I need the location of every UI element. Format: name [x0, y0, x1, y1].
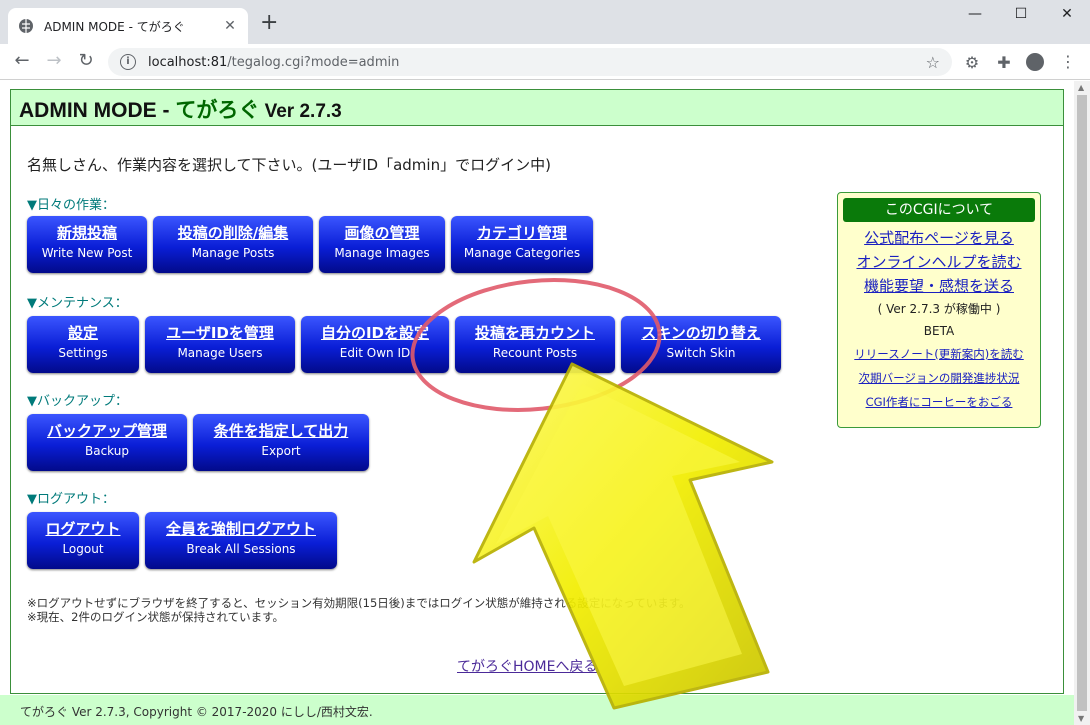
page-viewport: ADMIN MODE - てがろぐ Ver 2.7.3 名無しさん、作業内容を選…	[0, 81, 1074, 725]
about-cgi-box: このCGIについて 公式配布ページを見る オンラインヘルプを読む 機能要望・感想…	[837, 192, 1041, 428]
section-label-daily: ▼日々の作業：	[27, 198, 115, 213]
edit-own-id-button[interactable]: 自分のIDを設定 Edit Own ID	[301, 316, 449, 373]
admin-panel: ADMIN MODE - てがろぐ Ver 2.7.3 名無しさん、作業内容を選…	[10, 89, 1064, 694]
export-button[interactable]: 条件を指定して出力 Export	[193, 414, 369, 471]
window-close-button[interactable]: ✕	[1044, 6, 1090, 22]
button-row-maintenance: 設定 Settings ユーザIDを管理 Manage Users 自分のIDを設定…	[27, 316, 781, 373]
tab-close-icon[interactable]: ✕	[222, 18, 238, 34]
profile-avatar-icon[interactable]	[1026, 53, 1044, 71]
version-channel: BETA	[923, 324, 955, 338]
globe-icon	[19, 19, 33, 33]
browser-tab-bar: ADMIN MODE - てがろぐ ✕ + — ☐ ✕	[0, 0, 1090, 44]
official-page-link[interactable]: 公式配布ページを見る	[843, 226, 1035, 250]
section-label-backup: ▼バックアップ：	[27, 394, 128, 409]
maximize-button[interactable]: ☐	[998, 6, 1044, 22]
site-info-icon[interactable]: i	[120, 54, 136, 70]
break-all-sessions-button[interactable]: 全員を強制ログアウト Break All Sessions	[145, 512, 337, 569]
browser-tab[interactable]: ADMIN MODE - てがろぐ ✕	[8, 8, 248, 44]
browser-menu-icon[interactable]: ⋮	[1060, 52, 1076, 71]
online-help-link[interactable]: オンラインヘルプを読む	[843, 250, 1035, 274]
back-icon[interactable]: ←	[10, 50, 34, 71]
session-note-count: ※現在、2件のログイン状態が保持されています。	[27, 610, 284, 624]
button-row-logout: ログアウト Logout 全員を強制ログアウト Break All Sessions	[27, 512, 337, 569]
dev-progress-link[interactable]: 次期バージョンの開発進捗状況	[843, 366, 1035, 390]
session-note-expiry: ※ログアウトせずにブラウザを終了すると、セッション有効期限(15日後)まではログ…	[27, 596, 691, 610]
button-row-backup: バックアップ管理 Backup 条件を指定して出力 Export	[27, 414, 369, 471]
session-notes: ※ログアウトせずにブラウザを終了すると、セッション有効期限(15日後)まではログ…	[27, 596, 691, 624]
logout-button[interactable]: ログアウト Logout	[27, 512, 139, 569]
section-label-logout: ▼ログアウト：	[27, 492, 115, 507]
reload-icon[interactable]: ↻	[74, 50, 98, 71]
release-notes-link[interactable]: リリースノート(更新案内)を読む	[843, 342, 1035, 366]
minimize-button[interactable]: —	[952, 6, 998, 22]
page-footer: てがろぐ Ver 2.7.3, Copyright © 2017-2020 にし…	[0, 695, 1074, 725]
page-title: ADMIN MODE - てがろぐ Ver 2.7.3	[11, 90, 1063, 126]
greeting-text: 名無しさん、作業内容を選択して下さい。(ユーザID「admin」でログイン中)	[27, 156, 551, 174]
manage-categories-button[interactable]: カテゴリ管理 Manage Categories	[451, 216, 593, 273]
scroll-up-icon[interactable]: ▲	[1078, 83, 1084, 92]
home-link[interactable]: てがろぐHOMEへ戻る	[457, 656, 597, 676]
backup-button[interactable]: バックアップ管理 Backup	[27, 414, 187, 471]
browser-toolbar: ← → ↻ i localhost:81/tegalog.cgi?mode=ad…	[0, 44, 1090, 80]
about-cgi-heading: このCGIについて	[843, 198, 1035, 222]
url-text: localhost:81/tegalog.cgi?mode=admin	[148, 54, 400, 70]
switch-skin-button[interactable]: スキンの切り替え Switch Skin	[621, 316, 781, 373]
manage-users-button[interactable]: ユーザIDを管理 Manage Users	[145, 316, 295, 373]
vertical-scrollbar[interactable]: ▲ ▼	[1074, 81, 1090, 725]
write-new-post-button[interactable]: 新規投稿 Write New Post	[27, 216, 147, 273]
button-row-daily: 新規投稿 Write New Post 投稿の削除/編集 Manage Posts …	[27, 216, 593, 273]
tab-title: ADMIN MODE - てがろぐ	[44, 19, 185, 34]
scroll-down-icon[interactable]: ▼	[1078, 714, 1084, 723]
extensions-puzzle-icon[interactable]: ✚	[994, 53, 1014, 72]
scrollbar-thumb[interactable]	[1077, 95, 1087, 711]
buy-coffee-link[interactable]: CGI作者にコーヒーをおごる	[843, 390, 1035, 414]
bookmark-star-icon[interactable]: ☆	[926, 53, 940, 72]
section-label-maintenance: ▼メンテナンス：	[27, 296, 128, 311]
settings-button[interactable]: 設定 Settings	[27, 316, 139, 373]
version-status: ( Ver 2.7.3 が稼働中 )	[877, 302, 1001, 316]
feedback-link[interactable]: 機能要望・感想を送る	[843, 274, 1035, 298]
forward-icon[interactable]: →	[42, 50, 66, 71]
manage-posts-button[interactable]: 投稿の削除/編集 Manage Posts	[153, 216, 313, 273]
recount-posts-button[interactable]: 投稿を再カウント Recount Posts	[455, 316, 615, 373]
new-tab-button[interactable]: +	[260, 12, 278, 34]
manage-images-button[interactable]: 画像の管理 Manage Images	[319, 216, 445, 273]
address-bar[interactable]: i localhost:81/tegalog.cgi?mode=admin ☆	[108, 48, 952, 76]
extension-gear-icon[interactable]: ⚙	[962, 53, 982, 72]
